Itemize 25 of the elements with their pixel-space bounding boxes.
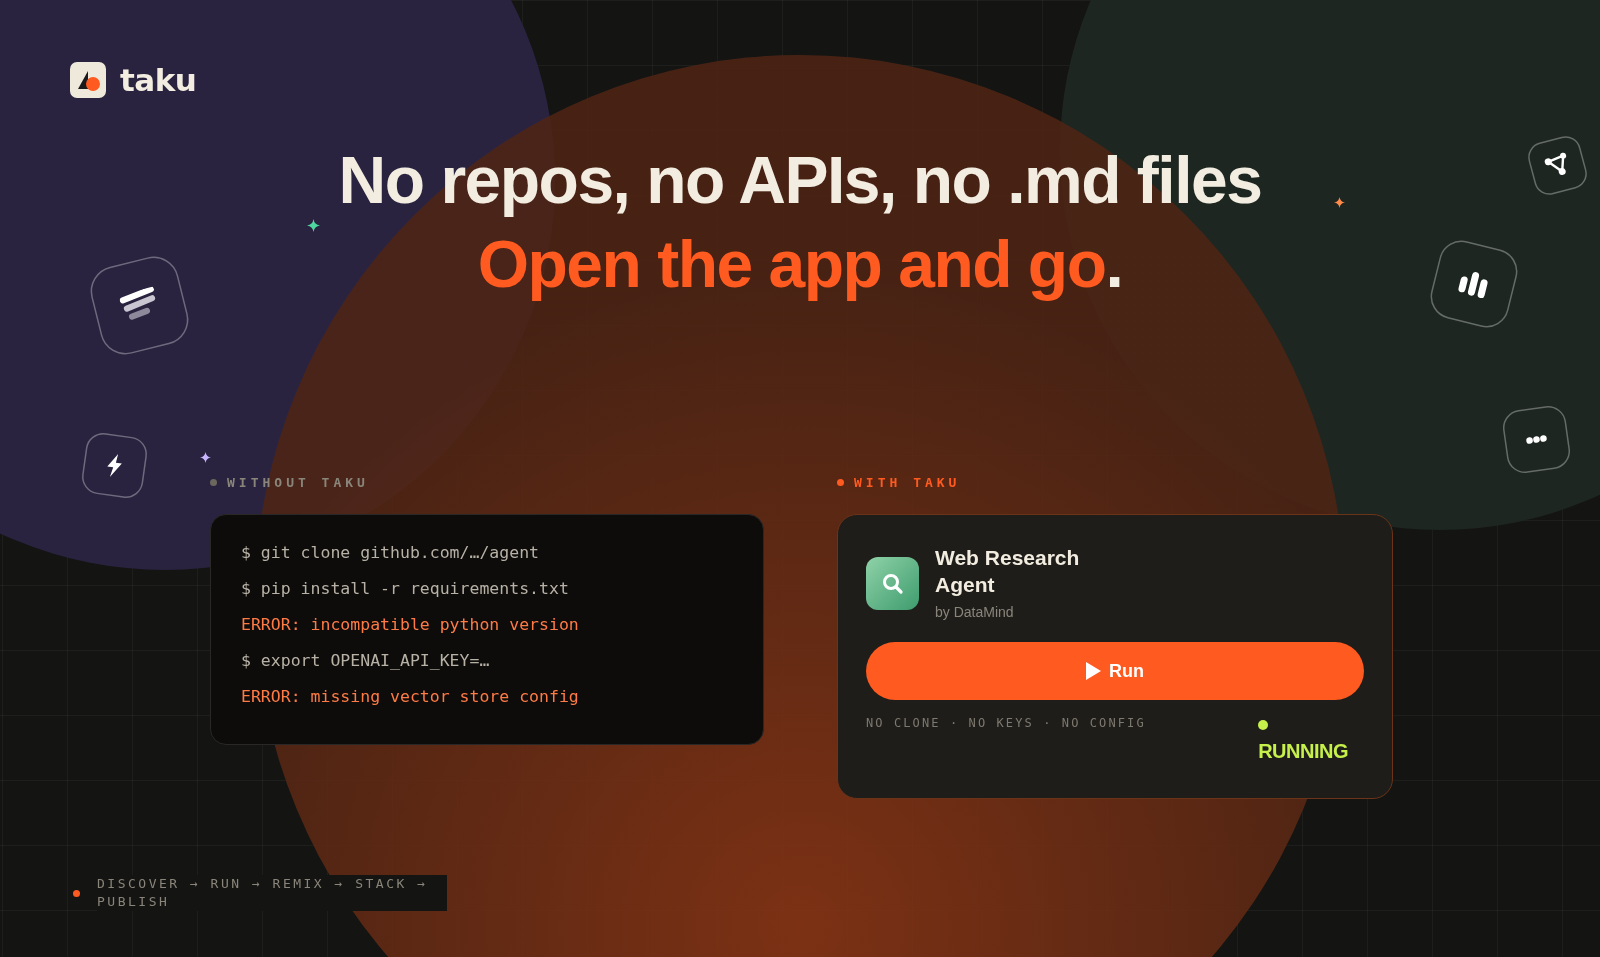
status-label: RUNNING xyxy=(1258,740,1348,763)
command-line: $ export OPENAI_API_KEY=… xyxy=(241,650,491,672)
headline: No repos, no APIs, no .md files xyxy=(338,142,1262,219)
feature-list: NO CLONE · NO KEYS · NO CONFIG xyxy=(866,716,1146,763)
subheadline: Open the app and go. xyxy=(477,226,1123,303)
status-dot xyxy=(1258,720,1269,730)
agent-name: Web Research Agent xyxy=(935,545,1081,598)
agent-author: by DataMind xyxy=(935,604,1015,620)
logo-icon xyxy=(70,62,106,98)
command-line: $ pip install -r requirements.txt xyxy=(241,578,570,600)
status-dot xyxy=(837,478,844,486)
play-icon xyxy=(1086,662,1101,680)
brand-name[interactable]: taku xyxy=(120,62,197,98)
sparkle-icon xyxy=(200,452,211,463)
command-line: $ git clone github.com/…/agent xyxy=(241,542,540,564)
section-label: WITHOUT TAKU xyxy=(227,474,369,490)
workflow-steps: DISCOVER → RUN → REMIX → STACK → PUBLISH xyxy=(97,875,447,911)
sparkle-icon xyxy=(307,219,320,232)
search-icon xyxy=(866,557,919,610)
error-line: ERROR: incompatible python version xyxy=(241,614,580,636)
status-dot xyxy=(210,478,217,486)
error-line: ERROR: missing vector store config xyxy=(241,686,580,708)
status-dot xyxy=(73,889,80,897)
sparkle-icon xyxy=(1334,197,1345,208)
section-label: WITH TAKU xyxy=(854,474,961,490)
